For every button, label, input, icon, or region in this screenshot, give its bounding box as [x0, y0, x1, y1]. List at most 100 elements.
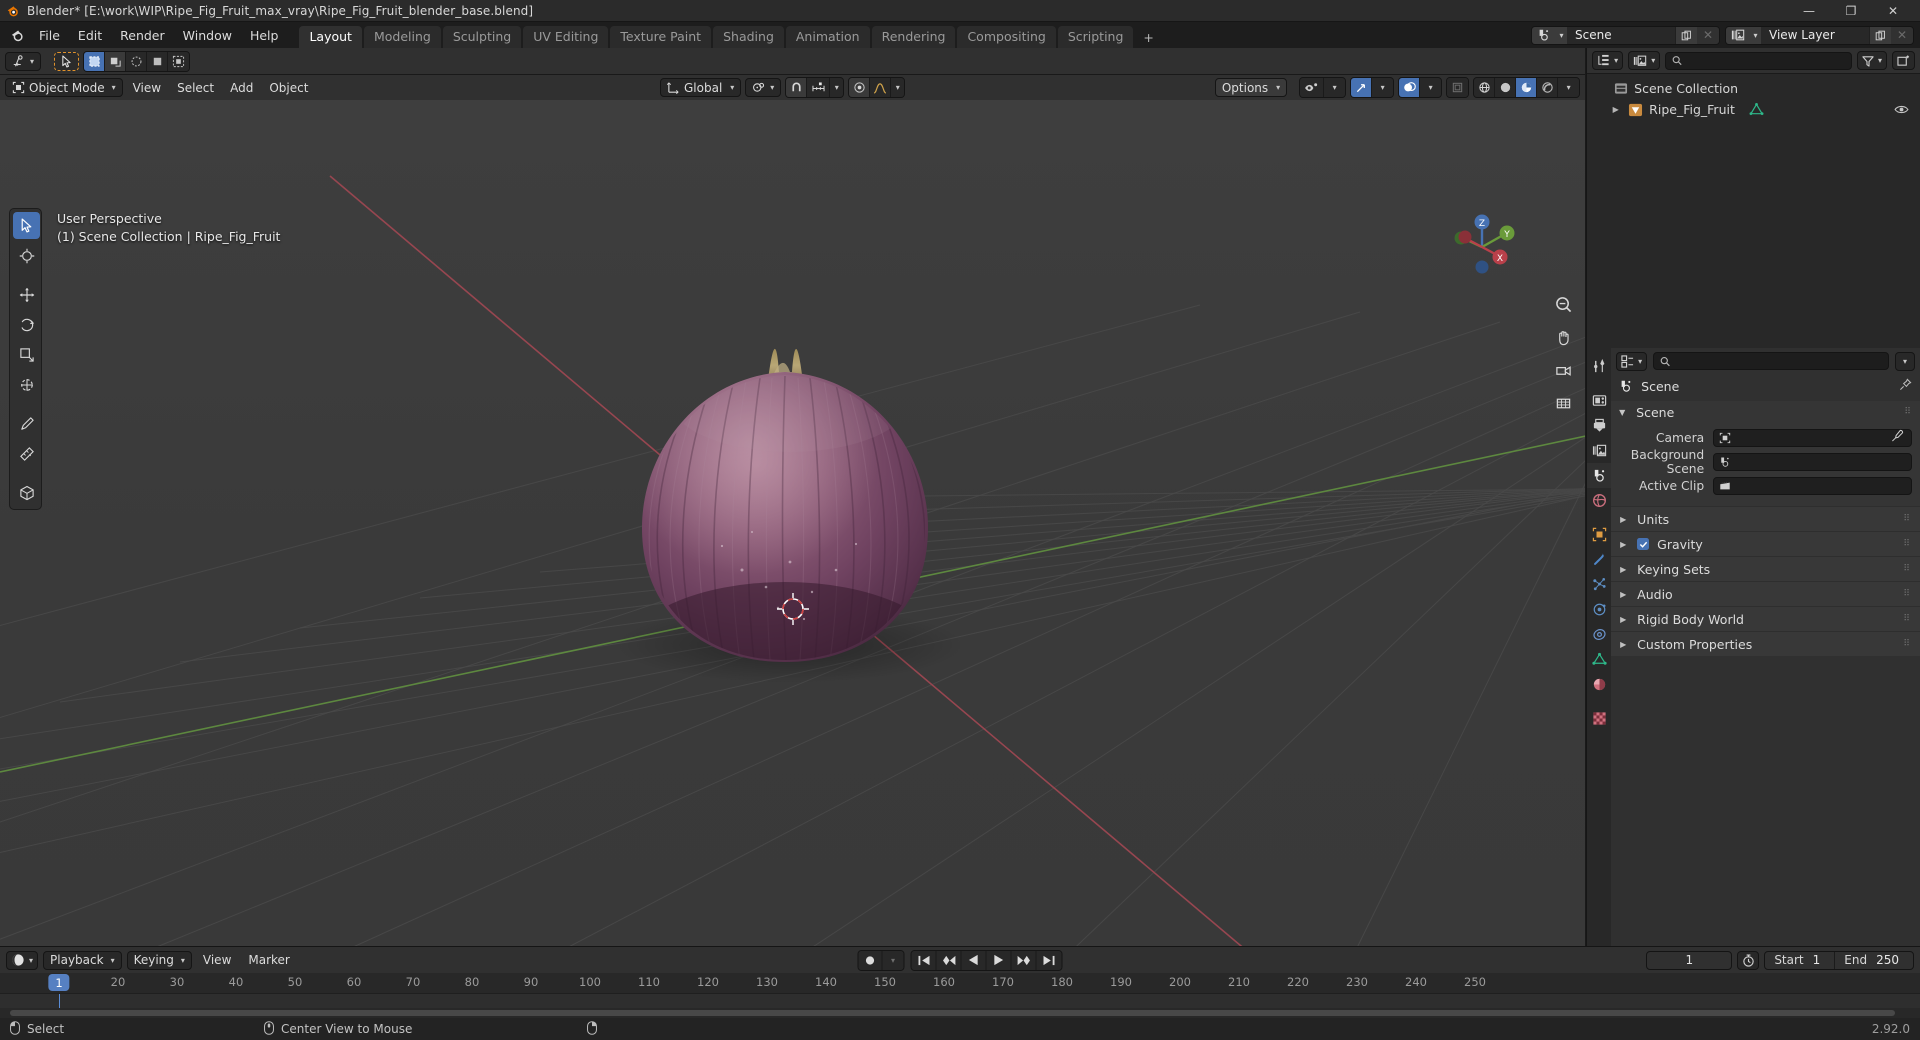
select-extend-icon[interactable] [168, 51, 190, 71]
close-button[interactable]: ✕ [1872, 0, 1914, 22]
transform-orientation-dropdown[interactable]: Global ▾ [660, 78, 742, 97]
shading-chevron-down-icon[interactable]: ▾ [1558, 78, 1580, 97]
properties-tab-constraints[interactable] [1587, 622, 1611, 647]
playhead-line[interactable] [59, 994, 60, 1008]
properties-editor-type-button[interactable]: ▾ [1616, 351, 1648, 371]
tweak-tool-button[interactable] [54, 51, 80, 71]
auto-keying-chevron-down-icon[interactable]: ▾ [882, 950, 904, 970]
tool-move-icon[interactable] [13, 281, 40, 308]
auto-keying-record-icon[interactable] [858, 950, 883, 970]
properties-tab-world[interactable] [1587, 488, 1611, 513]
properties-tab-data[interactable] [1587, 647, 1611, 672]
gizmo-group[interactable]: ▾ [1350, 77, 1395, 98]
workspace-tab-animation[interactable]: Animation [785, 26, 870, 48]
current-frame-field[interactable]: 1 [1646, 950, 1733, 970]
snap-toggle-magnet-icon[interactable] [786, 78, 808, 97]
menu-help[interactable]: Help [241, 22, 288, 48]
jump-to-end-button[interactable] [1036, 950, 1062, 970]
pin-icon[interactable] [1899, 378, 1912, 394]
viewport-menu-add[interactable]: Add [224, 78, 259, 97]
properties-tab-modifiers[interactable] [1587, 547, 1611, 572]
scene-panel-header[interactable]: ▼ Scene ⠿ [1611, 401, 1920, 424]
properties-tab-scene[interactable] [1587, 463, 1612, 488]
proportional-falloff-icon[interactable] [870, 78, 892, 97]
section-rigid-body-world[interactable]: ▶ Rigid Body World ⠿ [1611, 606, 1920, 631]
outliner-search-input[interactable] [1687, 53, 1845, 68]
properties-search-box[interactable] [1653, 352, 1889, 370]
properties-tab-output[interactable] [1587, 413, 1611, 438]
pivot-point-dropdown[interactable]: ▾ [745, 78, 782, 97]
show-overlays-icon[interactable] [1399, 78, 1421, 97]
properties-tab-tool[interactable] [1587, 354, 1611, 379]
select-mode-group[interactable] [83, 50, 191, 72]
scene-selector[interactable]: ▾ Scene ✕ [1531, 25, 1720, 45]
remove-view-layer-button[interactable]: ✕ [1891, 26, 1913, 44]
transport-controls[interactable] [910, 949, 1063, 971]
outliner-new-collection-button[interactable] [1892, 51, 1915, 70]
pan-hand-icon[interactable] [1551, 325, 1575, 349]
xray-group[interactable] [1446, 77, 1470, 98]
toggle-orthographic-icon[interactable] [1551, 391, 1575, 415]
new-view-layer-button[interactable] [1869, 26, 1891, 44]
overlays-group[interactable]: ▾ [1398, 77, 1443, 98]
properties-tab-render[interactable] [1587, 388, 1611, 413]
tool-scale-icon[interactable] [13, 341, 40, 368]
rigid-body-world-disclosure-icon[interactable]: ▶ [1620, 615, 1629, 624]
section-custom-properties[interactable]: ▶ Custom Properties ⠿ [1611, 631, 1920, 656]
outliner-search-box[interactable] [1665, 51, 1852, 70]
shading-solid-icon[interactable] [1495, 78, 1517, 97]
outliner-visibility-toggle[interactable] [1894, 104, 1920, 115]
properties-tab-view-layer[interactable] [1587, 438, 1611, 463]
jump-to-prev-keyframe-button[interactable] [936, 950, 962, 970]
shading-material-preview-icon[interactable] [1516, 78, 1538, 97]
timeline-scrollbar[interactable] [0, 1008, 1920, 1018]
shading-rendered-icon[interactable] [1537, 78, 1559, 97]
viewport-menu-object[interactable]: Object [263, 78, 314, 97]
gizmo-chevron-down-icon[interactable]: ▾ [1372, 78, 1394, 97]
play-button[interactable] [986, 950, 1012, 970]
navigation-gizmo[interactable]: Z Y X [1443, 208, 1521, 286]
select-box-icon[interactable] [84, 51, 106, 71]
outliner-editor-type-button[interactable]: ▾ [1592, 51, 1624, 70]
jump-to-start-button[interactable] [911, 950, 937, 970]
outliner-row-scene-collection[interactable]: Scene Collection [1587, 78, 1920, 99]
properties-tab-particles[interactable] [1587, 572, 1611, 597]
unlink-scene-button[interactable]: ✕ [1697, 26, 1719, 44]
menu-window[interactable]: Window [174, 22, 241, 48]
outliner-row-object[interactable]: ▶ Ripe_Fig_Fruit [1587, 99, 1920, 120]
tool-select-box-icon[interactable] [13, 212, 40, 239]
camera-field[interactable] [1713, 428, 1912, 447]
tool-annotate-icon[interactable] [13, 410, 40, 437]
show-gizmo-icon[interactable] [1351, 78, 1373, 97]
tool-add-cube-icon[interactable] [13, 479, 40, 506]
outliner-display-mode-button[interactable]: ▾ [1628, 51, 1661, 70]
properties-tab-material[interactable] [1587, 672, 1611, 697]
show-hide-eye-icon[interactable] [1300, 78, 1325, 97]
timeline-track[interactable] [0, 993, 1920, 1008]
section-units[interactable]: ▶ Units ⠿ [1611, 506, 1920, 531]
snap-target-icon[interactable] [807, 78, 831, 97]
gravity-disclosure-icon[interactable]: ▶ [1620, 540, 1629, 549]
app-menu-logo-icon[interactable] [4, 22, 30, 48]
viewport-options-dropdown[interactable]: Options ▾ [1214, 78, 1288, 97]
shading-mode-group[interactable]: ▾ [1473, 77, 1581, 98]
auto-keying-group[interactable]: ▾ [857, 949, 905, 971]
keying-sets-disclosure-icon[interactable]: ▶ [1620, 565, 1629, 574]
timeline-menu-keying[interactable]: Keying ▾ [126, 950, 192, 970]
minimize-button[interactable]: — [1788, 0, 1830, 22]
properties-tab-object[interactable] [1587, 522, 1611, 547]
select-lasso-icon[interactable] [147, 51, 169, 71]
object-disclosure-icon[interactable]: ▶ [1609, 105, 1622, 114]
workspace-tab-texture-paint[interactable]: Texture Paint [610, 26, 712, 48]
section-audio[interactable]: ▶ Audio ⠿ [1611, 581, 1920, 606]
editor-type-button[interactable]: ▾ [5, 51, 42, 71]
properties-options-chevron-down-icon[interactable]: ▾ [1895, 351, 1915, 371]
workspace-tab-sculpting[interactable]: Sculpting [442, 26, 522, 48]
tool-measure-icon[interactable] [13, 440, 40, 467]
overlays-chevron-down-icon[interactable]: ▾ [1420, 78, 1442, 97]
menu-render[interactable]: Render [111, 22, 174, 48]
properties-search-input[interactable] [1675, 354, 1882, 368]
workspace-tab-modeling[interactable]: Modeling [363, 26, 441, 48]
tool-transform-icon[interactable] [13, 371, 40, 398]
tool-cursor-icon[interactable] [13, 242, 40, 269]
